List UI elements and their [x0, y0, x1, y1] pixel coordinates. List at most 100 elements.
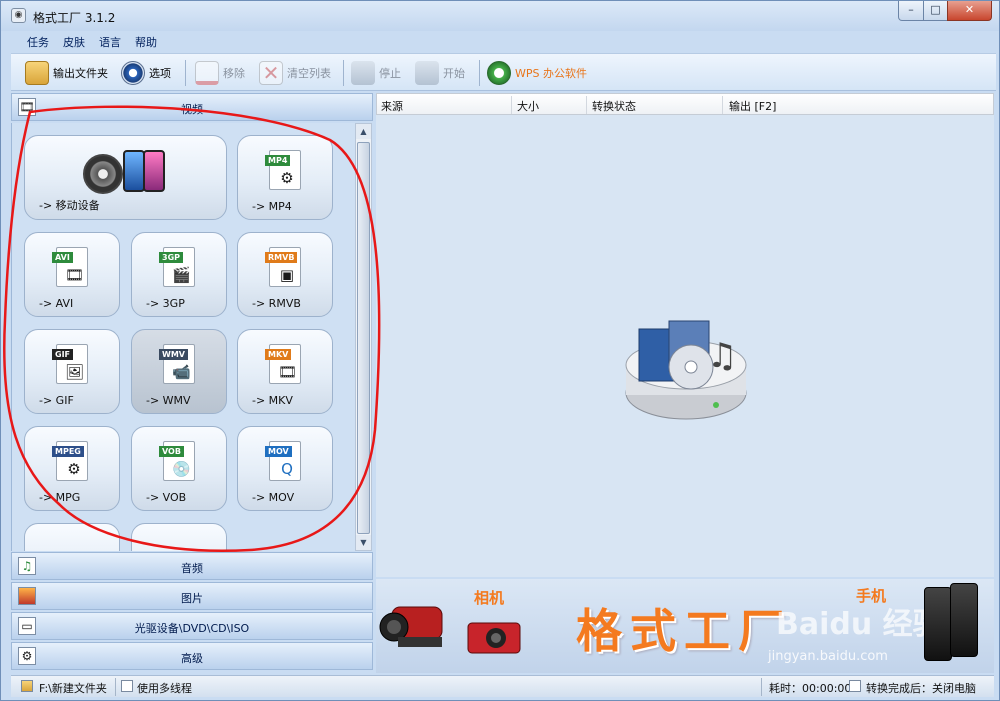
gear-icon	[121, 61, 145, 85]
mp4-file-icon: MP4 ⚙	[265, 150, 301, 190]
mov-file-icon: MOV Q	[265, 441, 301, 481]
task-list-header: 来源 大小 转换状态 输出 [F2]	[376, 93, 994, 115]
tile-label: -> VOB	[146, 491, 187, 504]
mpeg-file-icon: MPEG ⚙	[52, 441, 88, 481]
column-status[interactable]: 转换状态	[592, 98, 636, 114]
category-image[interactable]: 图片	[11, 582, 373, 610]
close-button[interactable]: ✕	[947, 1, 992, 21]
folder-small-icon	[21, 680, 33, 692]
scroll-thumb[interactable]	[357, 142, 370, 534]
menu-bar: 任务 皮肤 语言 帮助	[11, 32, 991, 52]
category-audio[interactable]: ♫ 音频	[11, 552, 373, 580]
banner-title: 格式工厂	[576, 604, 792, 658]
task-list[interactable]: ♫	[376, 115, 994, 577]
category-video[interactable]: 🎞 视频	[11, 93, 373, 121]
digital-camera-icon	[467, 622, 521, 654]
tile-avi[interactable]: AVI 🎞 -> AVI	[24, 232, 120, 317]
tile-label: -> GIF	[39, 394, 74, 407]
clear-x-icon: ✕	[259, 61, 283, 85]
gif-file-icon: GIF 🖼	[52, 344, 88, 384]
tile-gif[interactable]: GIF 🖼 -> GIF	[24, 329, 120, 414]
column-output[interactable]: 输出 [F2]	[729, 98, 776, 114]
baidu-watermark-url: jingyan.baidu.com	[768, 649, 888, 664]
wps-label: WPS 办公软件	[515, 67, 587, 80]
toolbar-separator	[343, 60, 344, 86]
camera-label: 相机	[474, 589, 505, 607]
after-done-checkbox[interactable]	[849, 680, 861, 692]
after-done-label: 转换完成后：关闭电脑	[866, 682, 976, 695]
scroll-down-arrow-icon[interactable]: ▼	[356, 535, 371, 550]
scroll-up-arrow-icon[interactable]: ▲	[356, 124, 371, 139]
menu-task[interactable]: 任务	[27, 34, 49, 50]
category-image-label: 图片	[181, 592, 203, 605]
output-path[interactable]: F:\新建文件夹	[39, 680, 107, 696]
tile-rmvb[interactable]: RMVB ▣ -> RMVB	[237, 232, 333, 317]
status-bar: F:\新建文件夹 使用多线程 耗时：00:00:00 转换完成后：关闭电脑	[11, 675, 994, 697]
category-panel: 🎞 视频 -> 移动设备 MP4 ⚙ -> MP4 AVI 🎞 -> AVI 3…	[11, 93, 373, 673]
document-remove-icon	[195, 61, 219, 85]
menu-skin[interactable]: 皮肤	[63, 34, 85, 50]
wmv-file-icon: WMV 📹	[159, 344, 195, 384]
category-video-label: 视频	[181, 103, 203, 116]
tile-mov[interactable]: MOV Q -> MOV	[237, 426, 333, 511]
column-source[interactable]: 来源	[381, 98, 403, 114]
category-advanced-label: 高级	[181, 652, 203, 665]
menu-language[interactable]: 语言	[99, 34, 121, 50]
category-rom-device[interactable]: ▭ 光驱设备\DVD\CD\ISO	[11, 612, 373, 640]
multithread-checkbox[interactable]	[121, 680, 133, 692]
tile-label: -> 移动设备	[39, 199, 100, 212]
output-folder-button[interactable]: 输出文件夹	[25, 58, 108, 88]
title-bar: ◉ 格式工厂 3.1.2 – □ ✕	[1, 1, 999, 31]
tile-partial[interactable]	[24, 523, 120, 551]
clear-list-button[interactable]: ✕ 清空列表	[259, 58, 331, 88]
tile-mobile-device[interactable]: -> 移动设备	[24, 135, 227, 220]
tile-label: -> WMV	[146, 394, 191, 407]
window-title: 格式工厂 3.1.2	[33, 11, 116, 25]
start-button[interactable]: 开始	[415, 58, 465, 88]
clear-list-label: 清空列表	[287, 67, 331, 80]
remove-button[interactable]: 移除	[195, 58, 245, 88]
tile-label: -> RMVB	[252, 297, 301, 310]
app-icon: ◉	[11, 8, 26, 23]
tile-mpg[interactable]: MPEG ⚙ -> MPG	[24, 426, 120, 511]
phone-label: 手机	[856, 587, 887, 605]
tile-mp4[interactable]: MP4 ⚙ -> MP4	[237, 135, 333, 220]
camcorder-icon	[379, 606, 443, 647]
tile-label: -> MOV	[252, 491, 295, 504]
tile-label: -> MKV	[252, 394, 293, 407]
stop-label: 停止	[379, 67, 401, 80]
stop-button[interactable]: 停止	[351, 58, 401, 88]
smartphone-icon	[950, 583, 978, 657]
tile-partial[interactable]	[131, 523, 227, 551]
format-factory-logo-icon: ♫	[625, 320, 747, 420]
multithread-label: 使用多线程	[137, 682, 192, 695]
tile-label: -> MPG	[39, 491, 81, 504]
output-folder-label: 输出文件夹	[53, 67, 108, 80]
grid-scrollbar[interactable]: ▲ ▼	[355, 123, 372, 551]
menu-help[interactable]: 帮助	[135, 34, 157, 50]
3gp-file-icon: 3GP 🎬	[159, 247, 195, 287]
maximize-button[interactable]: □	[923, 1, 948, 21]
tile-3gp[interactable]: 3GP 🎬 -> 3GP	[131, 232, 227, 317]
tile-label: -> AVI	[39, 297, 74, 310]
category-advanced[interactable]: ⚙ 高级	[11, 642, 373, 670]
category-audio-label: 音频	[181, 562, 203, 575]
tile-vob[interactable]: VOB 💿 -> VOB	[131, 426, 227, 511]
wps-search-icon	[487, 61, 511, 85]
tile-label: -> 3GP	[146, 297, 185, 310]
rmvb-file-icon: RMVB ▣	[265, 247, 301, 287]
options-button[interactable]: 选项	[121, 58, 171, 88]
tile-mkv[interactable]: MKV 🎞 -> MKV	[237, 329, 333, 414]
wps-office-button[interactable]: WPS 办公软件	[487, 58, 587, 88]
start-icon	[415, 61, 439, 85]
remove-label: 移除	[223, 67, 245, 80]
minimize-button[interactable]: –	[898, 1, 924, 21]
vob-file-icon: VOB 💿	[159, 441, 195, 481]
start-label: 开始	[443, 67, 465, 80]
task-panel: 来源 大小 转换状态 输出 [F2] ♫ 相机 格式工厂 Baidu 经验 ji…	[376, 93, 994, 673]
folder-icon	[25, 61, 49, 85]
column-size[interactable]: 大小	[517, 98, 539, 114]
toolbar-separator	[185, 60, 186, 86]
promo-banner: 相机 格式工厂 Baidu 经验 jingyan.baidu.com 手机	[376, 579, 994, 673]
tile-wmv[interactable]: WMV 📹 -> WMV	[131, 329, 227, 414]
